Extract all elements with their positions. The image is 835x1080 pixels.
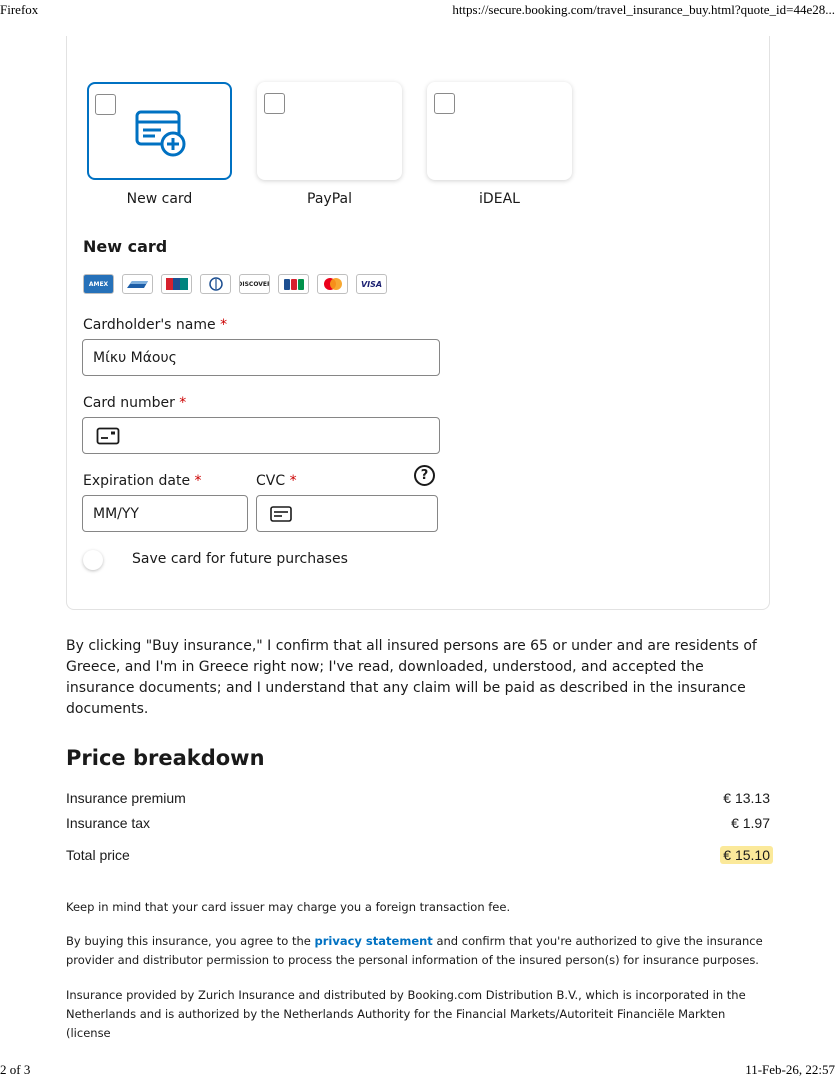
cvc-input[interactable] <box>256 495 438 532</box>
foreign-fee-note: Keep in mind that your card issuer may c… <box>66 900 511 914</box>
help-icon[interactable]: ? <box>414 465 435 486</box>
checkbox[interactable] <box>95 94 116 115</box>
privacy-note: By buying this insurance, you agree to t… <box>66 934 763 967</box>
price-row-total: Total price € 15.10 <box>66 846 773 864</box>
cvc-card-icon <box>270 505 292 522</box>
payment-method-ideal[interactable] <box>427 82 572 180</box>
print-header-browser: Firefox <box>0 2 39 17</box>
generic-card-logo <box>122 274 153 294</box>
price-amount: € 1.97 <box>731 815 770 831</box>
cardholder-name-value: Μίκυ Μάους <box>93 349 177 366</box>
print-header-url: https://secure.booking.com/travel_insura… <box>452 2 835 17</box>
add-card-icon <box>135 110 186 157</box>
privacy-statement-link[interactable]: privacy statement <box>315 934 433 948</box>
save-card-label: Save card for future purchases <box>132 551 348 567</box>
card-number-input[interactable] <box>82 417 440 454</box>
card-number-label: Card number * <box>83 395 187 411</box>
total-price-label: Total price <box>66 847 130 863</box>
discover-logo: DISCOVER <box>239 274 270 294</box>
cvc-label: CVC * <box>256 473 297 489</box>
consent-text: By clicking "Buy insurance," I confirm t… <box>66 638 757 717</box>
price-amount: € 13.13 <box>723 790 770 806</box>
expiration-date-label: Expiration date * <box>83 473 202 489</box>
expiration-date-placeholder: MM/YY <box>93 505 139 522</box>
mastercard-logo <box>317 274 348 294</box>
cardholder-name-label: Cardholder's name * <box>83 317 228 333</box>
expiration-date-input[interactable]: MM/YY <box>82 495 248 532</box>
payment-method-new-card[interactable] <box>87 82 232 180</box>
save-card-toggle[interactable] <box>83 550 103 570</box>
total-price-amount: € 15.10 <box>720 846 773 864</box>
card-brand-logos: AMEX DISCOVER VISA <box>83 274 387 294</box>
price-label: Insurance premium <box>66 790 186 806</box>
credit-card-icon <box>96 427 120 444</box>
price-row-tax: Insurance tax € 1.97 <box>66 815 770 831</box>
provider-note: Insurance provided by Zurich Insurance a… <box>66 988 746 1040</box>
amex-logo: AMEX <box>83 274 114 294</box>
diners-club-logo <box>200 274 231 294</box>
payment-method-label: PayPal <box>307 191 352 207</box>
jcb-logo <box>278 274 309 294</box>
print-footer-datetime: 11-Feb-26, 22:57 <box>745 1062 835 1077</box>
checkbox[interactable] <box>434 93 455 114</box>
visa-logo: VISA <box>356 274 387 294</box>
payment-method-label: New card <box>126 191 193 207</box>
unionpay-logo <box>161 274 192 294</box>
price-row-premium: Insurance premium € 13.13 <box>66 790 770 806</box>
price-label: Insurance tax <box>66 815 151 831</box>
checkbox[interactable] <box>264 93 285 114</box>
print-footer-page: 2 of 3 <box>0 1062 31 1077</box>
cardholder-name-input[interactable]: Μίκυ Μάους <box>82 339 440 376</box>
price-breakdown-title: Price breakdown <box>66 746 265 770</box>
new-card-title: New card <box>83 237 168 256</box>
payment-method-paypal[interactable] <box>257 82 402 180</box>
payment-method-label: iDEAL <box>479 191 520 207</box>
